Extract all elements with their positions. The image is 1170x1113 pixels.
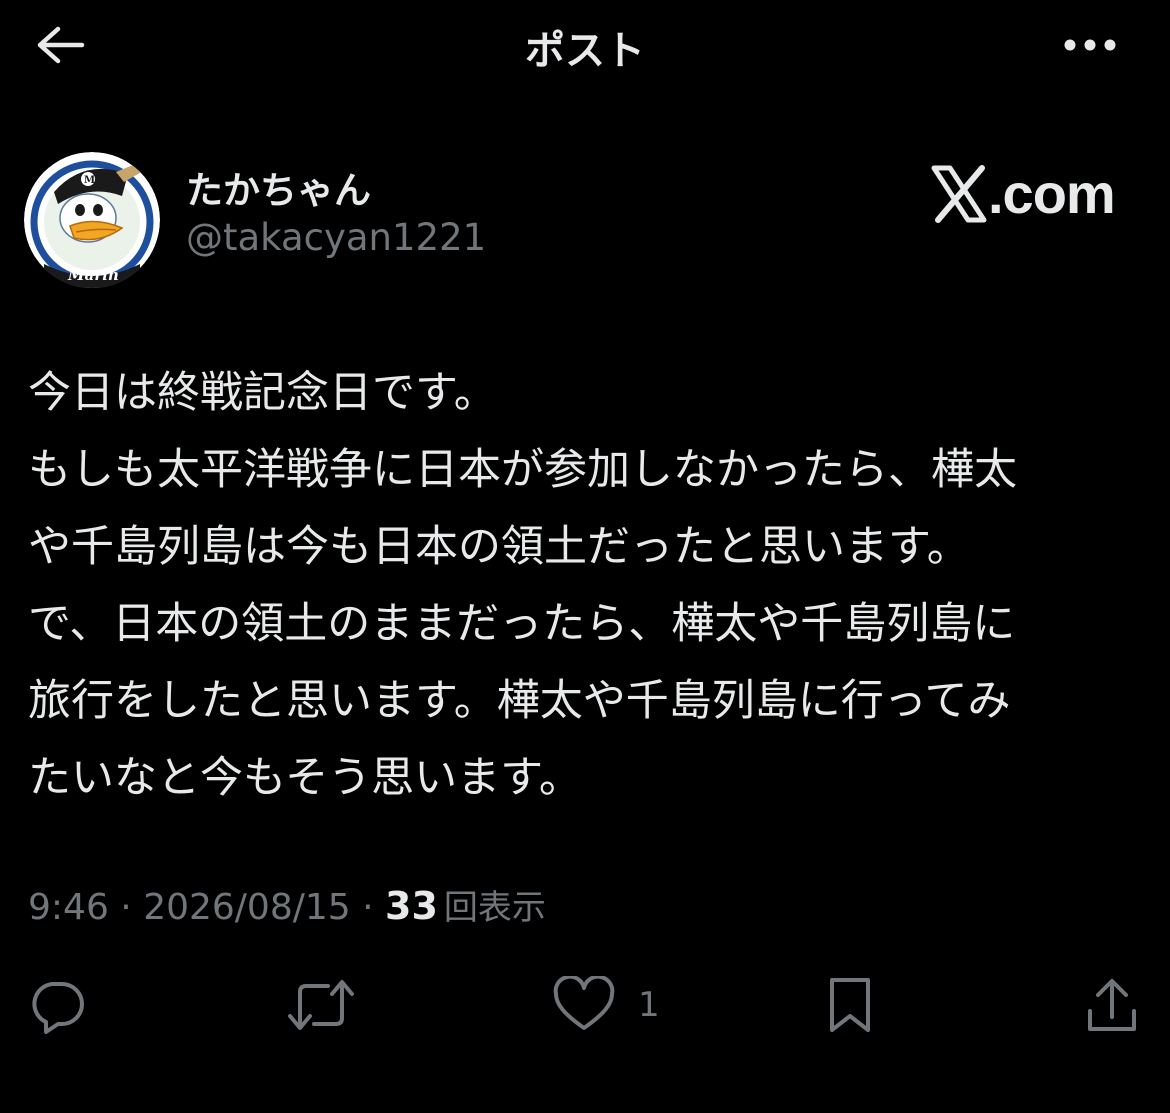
meta-separator: ·: [108, 887, 144, 928]
repost-icon: [288, 980, 354, 1030]
like-count: 1: [638, 985, 660, 1025]
post-line: や千島列島は今も日本の領土だったと思います。: [28, 522, 970, 572]
reply-icon: [32, 982, 84, 1034]
brand-watermark: .com: [930, 164, 1130, 224]
post-line: たいなと今もそう思います。: [28, 753, 582, 803]
action-bar: 1: [0, 970, 1170, 1040]
meta-separator: ·: [350, 887, 386, 928]
heart-icon: [553, 976, 615, 1030]
post-line: で、日本の領土のままだったら、樺太や千島列島に: [28, 599, 1016, 649]
post-line: もしも太平洋戦争に日本が参加しなかったら、樺太: [28, 445, 1017, 495]
reply-button[interactable]: [28, 970, 86, 1040]
brand-domain-text: .com: [988, 162, 1116, 225]
views-label: 回表示: [443, 888, 546, 928]
post-meta: 9:46 · 2026/08/15 · 33 回表示: [28, 880, 546, 929]
bookmark-button[interactable]: [826, 970, 874, 1040]
post-date[interactable]: 2026/08/15: [143, 887, 351, 928]
share-button[interactable]: [1084, 970, 1140, 1040]
svg-text:M: M: [84, 175, 95, 186]
post-time[interactable]: 9:46: [28, 887, 109, 928]
share-icon: [1088, 979, 1136, 1031]
author-display-name[interactable]: たかちゃん: [186, 160, 371, 214]
post-body: 今日は終戦記念日です。 もしも太平洋戦争に日本が参加しなかったら、樺太 や千島列…: [28, 355, 1128, 817]
repost-button[interactable]: [286, 970, 356, 1040]
x-logo-icon: [931, 165, 987, 223]
mascot-avatar: M Marin: [24, 152, 160, 288]
top-bar: ポスト: [0, 0, 1170, 92]
more-button[interactable]: [1050, 22, 1130, 68]
more-horizontal-icon: [1064, 39, 1116, 51]
post-line: 今日は終戦記念日です。: [28, 368, 497, 418]
bookmark-icon: [830, 978, 870, 1032]
avatar[interactable]: M Marin: [24, 152, 160, 288]
svg-text:Marin: Marin: [67, 266, 119, 284]
post-line: 旅行をしたと思います。樺太や千島列島に行ってみ: [28, 676, 1011, 726]
page-title: ポスト: [525, 28, 645, 74]
author-handle[interactable]: @takacyan1221: [186, 216, 486, 259]
like-button[interactable]: 1: [552, 970, 660, 1040]
views-count[interactable]: 33: [385, 884, 438, 928]
